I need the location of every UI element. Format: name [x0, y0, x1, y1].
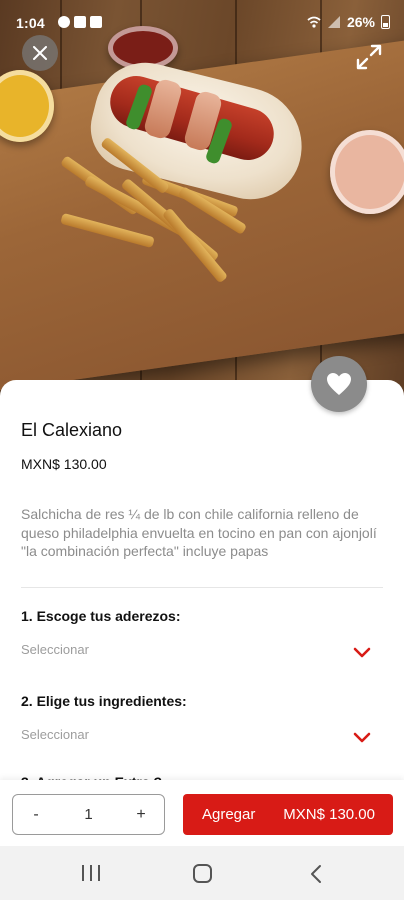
- close-button[interactable]: [22, 35, 58, 71]
- divider: [21, 587, 383, 588]
- notification-icon: [58, 16, 70, 28]
- add-to-cart-button[interactable]: Agregar MXN$ 130.00: [183, 794, 393, 835]
- cart-bar: - 1 + Agregar MXN$ 130.00: [0, 780, 404, 846]
- status-bar: 1:04 26%: [0, 0, 404, 44]
- sauce-cup: [330, 130, 404, 214]
- product-detail-sheet: El Calexiano MXN$ 130.00 Salchicha de re…: [0, 380, 404, 800]
- product-description: Salchicha de res ¼ de lb con chile calif…: [21, 506, 377, 559]
- product-price: MXN$ 130.00: [21, 456, 107, 472]
- option-select-ingredientes[interactable]: Seleccionar: [21, 727, 89, 742]
- notification-icon: [74, 16, 86, 28]
- quantity-stepper: - 1 +: [12, 794, 165, 835]
- expand-icon[interactable]: [352, 40, 386, 74]
- option-label-aderezos: 1. Escoge tus aderezos:: [21, 608, 181, 624]
- signal-icon: [327, 16, 340, 28]
- notification-icon: [90, 16, 102, 28]
- chevron-down-icon[interactable]: [352, 730, 372, 744]
- home-icon[interactable]: [193, 864, 212, 883]
- option-select-aderezos[interactable]: Seleccionar: [21, 642, 89, 657]
- quantity-value: 1: [84, 806, 93, 823]
- close-icon: [33, 46, 47, 60]
- system-nav-bar: [0, 846, 404, 900]
- wifi-icon: [307, 16, 321, 28]
- add-to-cart-amount: MXN$ 130.00: [283, 806, 375, 823]
- status-time: 1:04: [16, 15, 45, 31]
- recent-apps-icon[interactable]: [82, 865, 100, 881]
- favorite-button[interactable]: [311, 356, 367, 412]
- heart-icon: [327, 373, 351, 395]
- battery-level: 26%: [346, 14, 375, 30]
- product-photo: [0, 0, 404, 400]
- notification-icons: [58, 16, 102, 28]
- increase-quantity-button[interactable]: +: [118, 806, 164, 824]
- back-icon[interactable]: [310, 864, 322, 884]
- decrease-quantity-button[interactable]: -: [13, 806, 59, 824]
- product-name: El Calexiano: [21, 420, 123, 440]
- add-to-cart-label: Agregar: [202, 806, 256, 823]
- option-label-ingredientes: 2. Elige tus ingredientes:: [21, 693, 187, 709]
- battery-icon: [381, 15, 390, 29]
- chevron-down-icon[interactable]: [352, 645, 372, 659]
- status-right: 26%: [307, 14, 390, 30]
